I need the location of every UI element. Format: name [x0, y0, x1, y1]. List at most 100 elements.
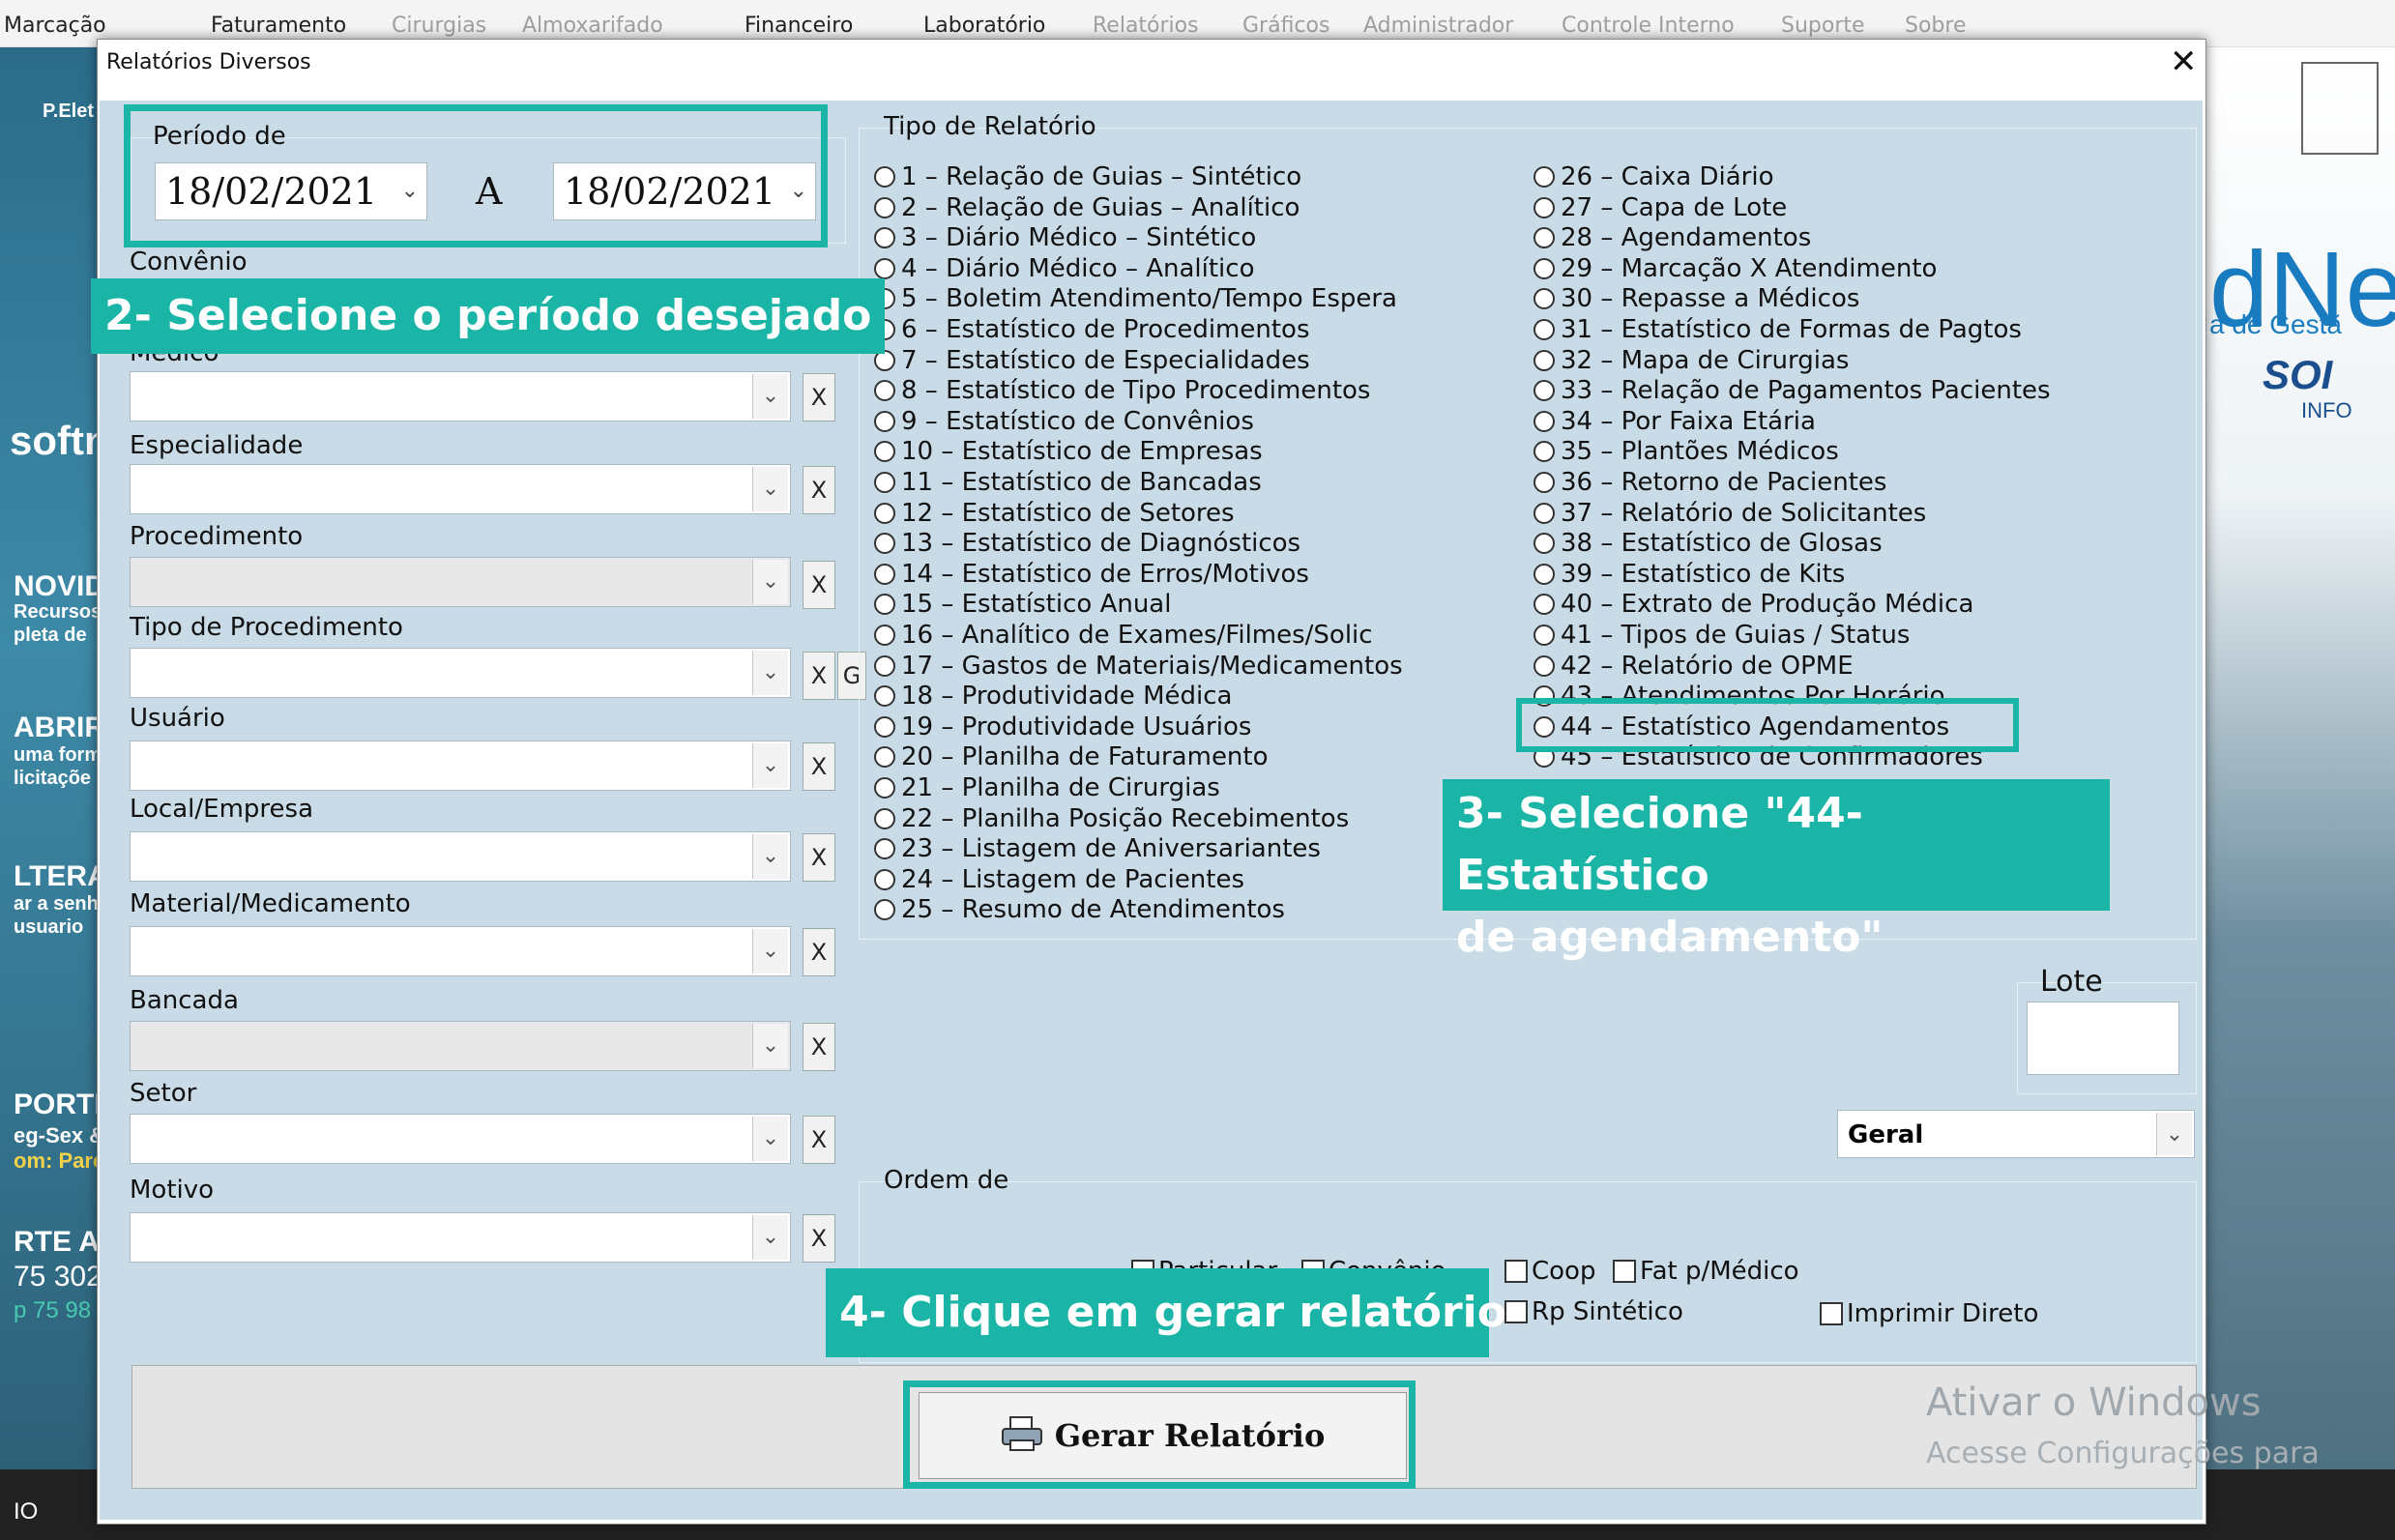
report-radio[interactable]: 32 – Mapa de Cirurgias	[1533, 346, 1849, 375]
report-radio[interactable]: 13 – Estatístico de Diagnósticos	[874, 529, 1300, 558]
report-radio[interactable]: 14 – Estatístico de Erros/Motivos	[874, 560, 1309, 589]
radio-circle[interactable]	[1533, 472, 1555, 493]
tipo-procedimento-select[interactable]: ⌄	[130, 648, 791, 698]
radio-circle[interactable]	[874, 257, 895, 279]
radio-circle[interactable]	[874, 838, 895, 860]
radio-circle[interactable]	[874, 196, 895, 218]
report-radio[interactable]: 34 – Por Faixa Etária	[1533, 407, 1816, 436]
menu-marcacao[interactable]: Marcação	[4, 14, 106, 38]
rp-sintetico-checkbox[interactable]: Rp Sintético	[1504, 1297, 1683, 1326]
chevron-down-icon[interactable]: ⌄	[752, 1024, 788, 1068]
menu-relatorios[interactable]: Relatórios	[1093, 14, 1199, 38]
radio-circle[interactable]	[874, 868, 895, 890]
radio-circle[interactable]	[874, 685, 895, 708]
clear-tipo-procedimento-button[interactable]: X	[803, 652, 835, 700]
chevron-down-icon[interactable]: ⌄	[2156, 1113, 2192, 1155]
chevron-down-icon[interactable]: ⌄	[752, 560, 788, 604]
report-radio[interactable]: 27 – Capa de Lote	[1533, 193, 1787, 222]
report-radio[interactable]: 8 – Estatístico de Tipo Procedimentos	[874, 376, 1370, 405]
report-radio[interactable]: 30 – Repasse a Médicos	[1533, 284, 1859, 313]
radio-circle[interactable]	[874, 899, 895, 921]
radio-circle[interactable]	[1533, 594, 1555, 616]
radio-circle[interactable]	[1533, 288, 1555, 310]
report-radio[interactable]: 42 – Relatório de OPME	[1533, 652, 1854, 681]
report-radio[interactable]: 33 – Relação de Pagamentos Pacientes	[1533, 376, 2051, 405]
report-radio[interactable]: 9 – Estatístico de Convênios	[874, 407, 1254, 436]
report-radio[interactable]: 24 – Listagem de Pacientes	[874, 865, 1244, 894]
chevron-down-icon[interactable]: ⌄	[752, 743, 788, 788]
report-radio[interactable]: 18 – Produtividade Médica	[874, 682, 1232, 711]
radio-circle[interactable]	[874, 807, 895, 829]
local-empresa-select[interactable]: ⌄	[130, 831, 791, 882]
report-radio[interactable]: 39 – Estatístico de Kits	[1533, 560, 1845, 589]
report-radio[interactable]: 29 – Marcação X Atendimento	[1533, 254, 1937, 283]
chevron-down-icon[interactable]: ⌄	[752, 374, 788, 419]
report-radio[interactable]: 31 – Estatístico de Formas de Pagtos	[1533, 315, 2022, 344]
menu-laboratorio[interactable]: Laboratório	[923, 14, 1045, 38]
radio-circle[interactable]	[874, 777, 895, 799]
radio-circle[interactable]	[1533, 625, 1555, 646]
radio-circle[interactable]	[874, 441, 895, 463]
medico-select[interactable]: ⌄	[130, 371, 791, 421]
clear-bancada-button[interactable]: X	[803, 1023, 835, 1071]
chevron-down-icon[interactable]: ⌄	[752, 1215, 788, 1260]
radio-circle[interactable]	[874, 410, 895, 432]
report-radio[interactable]: 38 – Estatístico de Glosas	[1533, 529, 1883, 558]
chevron-down-icon[interactable]: ⌄	[752, 651, 788, 695]
report-radio[interactable]: 36 – Retorno de Pacientes	[1533, 468, 1886, 497]
chevron-down-icon[interactable]: ⌄	[752, 1117, 788, 1161]
report-radio[interactable]: 23 – Listagem de Aniversariantes	[874, 834, 1321, 863]
setor-select[interactable]: ⌄	[130, 1114, 791, 1164]
radio-circle[interactable]	[1533, 319, 1555, 340]
menu-suporte[interactable]: Suporte	[1781, 14, 1865, 38]
radio-circle[interactable]	[874, 502, 895, 524]
report-radio[interactable]: 35 – Plantões Médicos	[1533, 437, 1839, 466]
radio-circle[interactable]	[1533, 563, 1555, 585]
clear-usuario-button[interactable]: X	[803, 742, 835, 791]
menu-cirurgias[interactable]: Cirurgias	[392, 14, 486, 38]
procedimento-select[interactable]: ⌄	[130, 557, 791, 607]
report-radio[interactable]: 16 – Analítico de Exames/Filmes/Solic	[874, 621, 1373, 650]
report-radio[interactable]: 20 – Planilha de Faturamento	[874, 742, 1269, 771]
report-radio[interactable]: 41 – Tipos de Guias / Status	[1533, 621, 1910, 650]
especialidade-select[interactable]: ⌄	[130, 464, 791, 514]
report-radio[interactable]: 17 – Gastos de Materiais/Medicamentos	[874, 652, 1403, 681]
motivo-select[interactable]: ⌄	[130, 1212, 791, 1263]
clear-setor-button[interactable]: X	[803, 1116, 835, 1164]
clear-local-empresa-button[interactable]: X	[803, 833, 835, 882]
radio-circle[interactable]	[1533, 257, 1555, 279]
report-radio[interactable]: 5 – Boletim Atendimento/Tempo Espera	[874, 284, 1397, 313]
radio-circle[interactable]	[1533, 380, 1555, 402]
clear-medico-button[interactable]: X	[803, 373, 835, 421]
radio-circle[interactable]	[1533, 533, 1555, 555]
radio-circle[interactable]	[1533, 166, 1555, 188]
report-radio[interactable]: 1 – Relação de Guias – Sintético	[874, 162, 1301, 191]
radio-circle[interactable]	[1533, 502, 1555, 524]
radio-circle[interactable]	[874, 563, 895, 585]
clear-material-button[interactable]: X	[803, 928, 835, 976]
clear-especialidade-button[interactable]: X	[803, 466, 835, 514]
radio-circle[interactable]	[1533, 441, 1555, 463]
usuario-select[interactable]: ⌄	[130, 741, 791, 791]
report-radio[interactable]: 3 – Diário Médico – Sintético	[874, 223, 1256, 252]
radio-circle[interactable]	[874, 625, 895, 646]
report-radio[interactable]: 11 – Estatístico de Bancadas	[874, 468, 1262, 497]
chevron-down-icon[interactable]: ⌄	[752, 929, 788, 973]
fat-medico-checkbox[interactable]: Fat p/Médico	[1613, 1257, 1799, 1286]
report-radio[interactable]: 4 – Diário Médico – Analítico	[874, 254, 1255, 283]
report-radio[interactable]: 28 – Agendamentos	[1533, 223, 1811, 252]
clear-procedimento-button[interactable]: X	[803, 561, 835, 609]
menu-faturamento[interactable]: Faturamento	[211, 14, 346, 38]
radio-circle[interactable]	[874, 533, 895, 555]
imprimir-direto-checkbox[interactable]: Imprimir Direto	[1820, 1299, 2038, 1328]
radio-circle[interactable]	[1533, 227, 1555, 249]
radio-circle[interactable]	[874, 746, 895, 769]
radio-circle[interactable]	[874, 227, 895, 249]
radio-circle[interactable]	[874, 654, 895, 677]
menu-sobre[interactable]: Sobre	[1905, 14, 1967, 38]
report-radio[interactable]: 21 – Planilha de Cirurgias	[874, 773, 1220, 802]
report-radio[interactable]: 40 – Extrato de Produção Médica	[1533, 590, 1973, 619]
radio-circle[interactable]	[874, 472, 895, 493]
chevron-down-icon[interactable]: ⌄	[752, 467, 788, 511]
radio-circle[interactable]	[874, 380, 895, 402]
